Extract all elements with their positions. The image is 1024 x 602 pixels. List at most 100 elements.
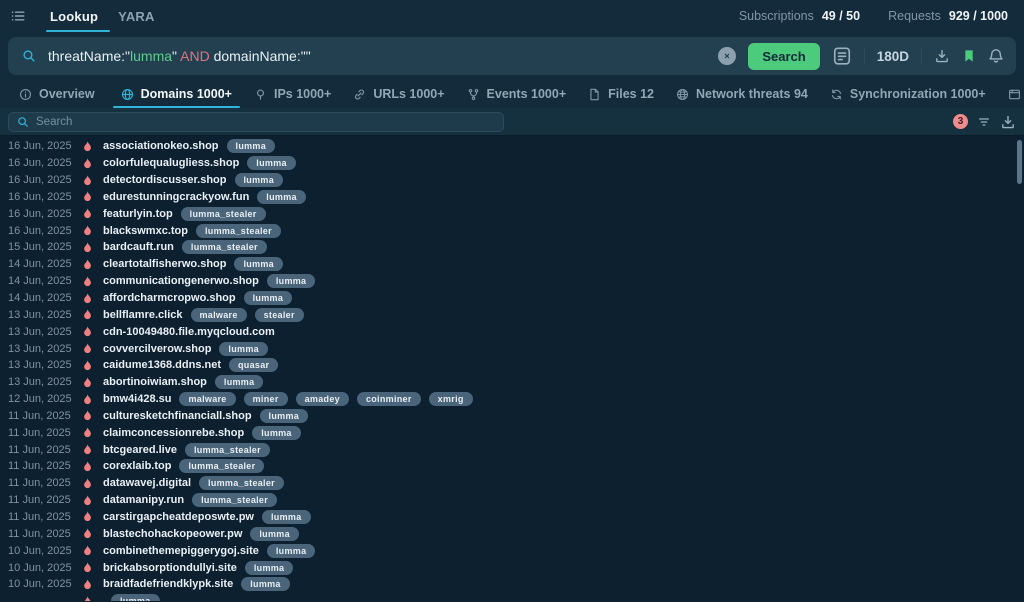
tab-overview[interactable]: Overview: [8, 80, 106, 108]
row-domain: datamanipy.run: [103, 494, 184, 506]
tag-badge: lumma: [234, 257, 283, 271]
tag-badge: stealer: [255, 308, 304, 322]
tag-badge: quasar: [229, 358, 278, 372]
tab-network-threats-94[interactable]: Network threats 94: [665, 80, 819, 108]
clear-query-button[interactable]: [718, 47, 736, 65]
flame-icon: [82, 175, 93, 186]
flame-icon: [82, 511, 93, 522]
table-row[interactable]: 13 Jun, 2025covvercilverow.shoplumma: [0, 340, 1024, 357]
download-icon[interactable]: [934, 48, 950, 64]
nav-tab-yara[interactable]: YARA: [116, 0, 156, 32]
row-domain: detectordiscusser.shop: [103, 174, 227, 186]
table-row[interactable]: 11 Jun, 2025culturesketchfinanciall.shop…: [0, 408, 1024, 425]
flame-icon: [82, 394, 93, 405]
flame-icon: [82, 562, 93, 573]
query-token: lumma: [130, 48, 172, 64]
table-row[interactable]: 14 Jun, 2025communicationgenerwo.shoplum…: [0, 273, 1024, 290]
table-row[interactable]: 11 Jun, 2025btcgeared.livelumma_stealer: [0, 441, 1024, 458]
table-row[interactable]: 13 Jun, 2025cdn-10049480.file.myqcloud.c…: [0, 323, 1024, 340]
table-row[interactable]: 12 Jun, 2025bmw4i428.sumalwaremineramade…: [0, 391, 1024, 408]
query-search-box[interactable]: threatName:"lumma" AND domainName:"" Sea…: [8, 37, 1016, 75]
globe-icon: [121, 88, 134, 101]
tag-badge: lumma: [252, 426, 301, 440]
download-icon[interactable]: [1000, 114, 1016, 130]
row-date: 14 Jun, 2025: [0, 258, 68, 270]
table-row[interactable]: 10 Jun, 2025brickabsorptiondullyi.sitelu…: [0, 559, 1024, 576]
tag-badge: lumma_stealer: [182, 240, 267, 254]
table-row[interactable]: 16 Jun, 2025blackswmxc.toplumma_stealer: [0, 222, 1024, 239]
row-date: 14 Jun, 2025: [0, 292, 68, 304]
requests-label: Requests: [888, 9, 941, 23]
table-row[interactable]: 16 Jun, 2025edurestunningcrackyow.funlum…: [0, 189, 1024, 206]
filter-icon[interactable]: [977, 115, 991, 129]
link-icon: [353, 88, 366, 101]
table-row[interactable]: 16 Jun, 2025colorfulequalugliess.shoplum…: [0, 155, 1024, 172]
row-date: 14 Jun, 2025: [0, 275, 68, 287]
filter-search-input[interactable]: [36, 116, 495, 128]
query-note-icon[interactable]: [832, 46, 852, 66]
flame-icon: [82, 158, 93, 169]
row-domain: colorfulequalugliess.shop: [103, 157, 239, 169]
row-domain: braidfadefriendklypk.site: [103, 578, 233, 590]
table-row[interactable]: 13 Jun, 2025bellflamre.clickmalwaresteal…: [0, 306, 1024, 323]
flame-icon: [82, 596, 93, 601]
row-domain: featurlyin.top: [103, 208, 173, 220]
table-row[interactable]: 11 Jun, 2025corexlaib.toplumma_stealer: [0, 458, 1024, 475]
tab-label: Events 1000+: [487, 87, 567, 101]
table-row[interactable]: 11 Jun, 2025datamanipy.runlumma_stealer: [0, 492, 1024, 509]
row-date: 16 Jun, 2025: [0, 140, 68, 152]
row-domain: caidume1368.ddns.net: [103, 359, 221, 371]
tab-label: Overview: [39, 87, 95, 101]
table-row[interactable]: 13 Jun, 2025abortinoiwiam.shoplumma: [0, 374, 1024, 391]
table-row[interactable]: lumma: [0, 593, 1024, 601]
filter-search-box[interactable]: [8, 112, 504, 132]
flame-icon: [82, 495, 93, 506]
bookmark-icon[interactable]: [962, 49, 976, 63]
tag-badge: lumma: [215, 375, 264, 389]
table-row[interactable]: 10 Jun, 2025combinethemepiggerygoj.sitel…: [0, 542, 1024, 559]
tab-files-12[interactable]: Files 12: [577, 80, 665, 108]
result-tabs: Overview Domains 1000+IPs 1000+URLs 1000+…: [0, 80, 1024, 108]
tab-ips-1000[interactable]: IPs 1000+: [243, 80, 342, 108]
table-row[interactable]: 16 Jun, 2025associationokeo.shoplumma: [0, 138, 1024, 155]
table-row[interactable]: 14 Jun, 2025affordcharmcropwo.shoplumma: [0, 290, 1024, 307]
table-row[interactable]: 11 Jun, 2025blastechohackopeower.pwlumma: [0, 525, 1024, 542]
table-row[interactable]: 11 Jun, 2025carstirgapcheatdeposwte.pwlu…: [0, 509, 1024, 526]
table-row[interactable]: 14 Jun, 2025 cleartotalfisherwo.shop lumma: [0, 256, 1024, 273]
tag-badge: lumma: [257, 190, 306, 204]
flame-icon: [82, 427, 93, 438]
table-row[interactable]: 10 Jun, 2025braidfadefriendklypk.sitelum…: [0, 576, 1024, 593]
table-row[interactable]: 13 Jun, 2025caidume1368.ddns.netquasar: [0, 357, 1024, 374]
row-date: 11 Jun, 2025: [0, 477, 68, 489]
tab-domains-1000[interactable]: Domains 1000+: [110, 80, 243, 108]
events-icon: [467, 88, 480, 101]
table-row[interactable]: 11 Jun, 2025claimconcessionrebe.shoplumm…: [0, 424, 1024, 441]
flame-icon: [82, 478, 93, 489]
row-date: 13 Jun, 2025: [0, 326, 68, 338]
search-button[interactable]: Search: [748, 43, 819, 70]
flame-icon: [82, 461, 93, 472]
search-query[interactable]: threatName:"lumma" AND domainName:"": [48, 48, 718, 64]
search-icon: [22, 49, 36, 63]
top-bar: Lookup YARA Subscriptions 49 / 50 Reques…: [0, 0, 1024, 32]
period-selector[interactable]: 180D: [877, 49, 909, 64]
tab-events-1000[interactable]: Events 1000+: [456, 80, 578, 108]
row-date: 16 Jun, 2025: [0, 191, 68, 203]
results-toolbar: 3: [0, 108, 1024, 136]
table-row[interactable]: 15 Jun, 2025bardcauft.runlumma_stealer: [0, 239, 1024, 256]
tab-synchronization-1000[interactable]: Synchronization 1000+: [819, 80, 997, 108]
table-row[interactable]: 16 Jun, 2025detectordiscusser.shoplumma: [0, 172, 1024, 189]
flame-icon: [82, 377, 93, 388]
menu-list-icon[interactable]: [10, 8, 26, 24]
tag-badge: lumma_stealer: [179, 459, 264, 473]
table-row[interactable]: 16 Jun, 2025featurlyin.toplumma_stealer: [0, 205, 1024, 222]
tab-urls-1000[interactable]: URLs 1000+: [342, 80, 455, 108]
tab-analyses-14062[interactable]: Analyses 14062: [997, 80, 1024, 108]
nav-tab-lookup[interactable]: Lookup: [48, 0, 100, 32]
table-row[interactable]: 11 Jun, 2025datawavej.digitallumma_steal…: [0, 475, 1024, 492]
bell-icon[interactable]: [988, 48, 1004, 64]
scrollbar[interactable]: [1017, 140, 1022, 184]
tag-badge: lumma: [250, 527, 299, 541]
row-domain: cleartotalfisherwo.shop: [103, 258, 226, 270]
row-domain: abortinoiwiam.shop: [103, 376, 207, 388]
